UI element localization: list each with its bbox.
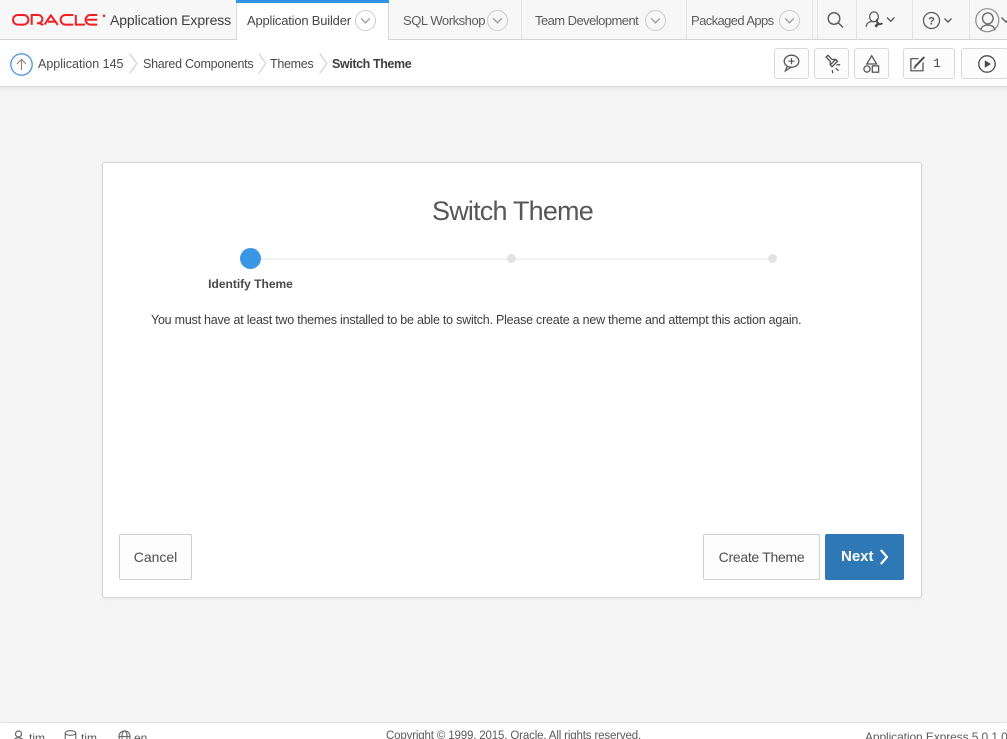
svg-text:?: ? xyxy=(928,15,935,27)
